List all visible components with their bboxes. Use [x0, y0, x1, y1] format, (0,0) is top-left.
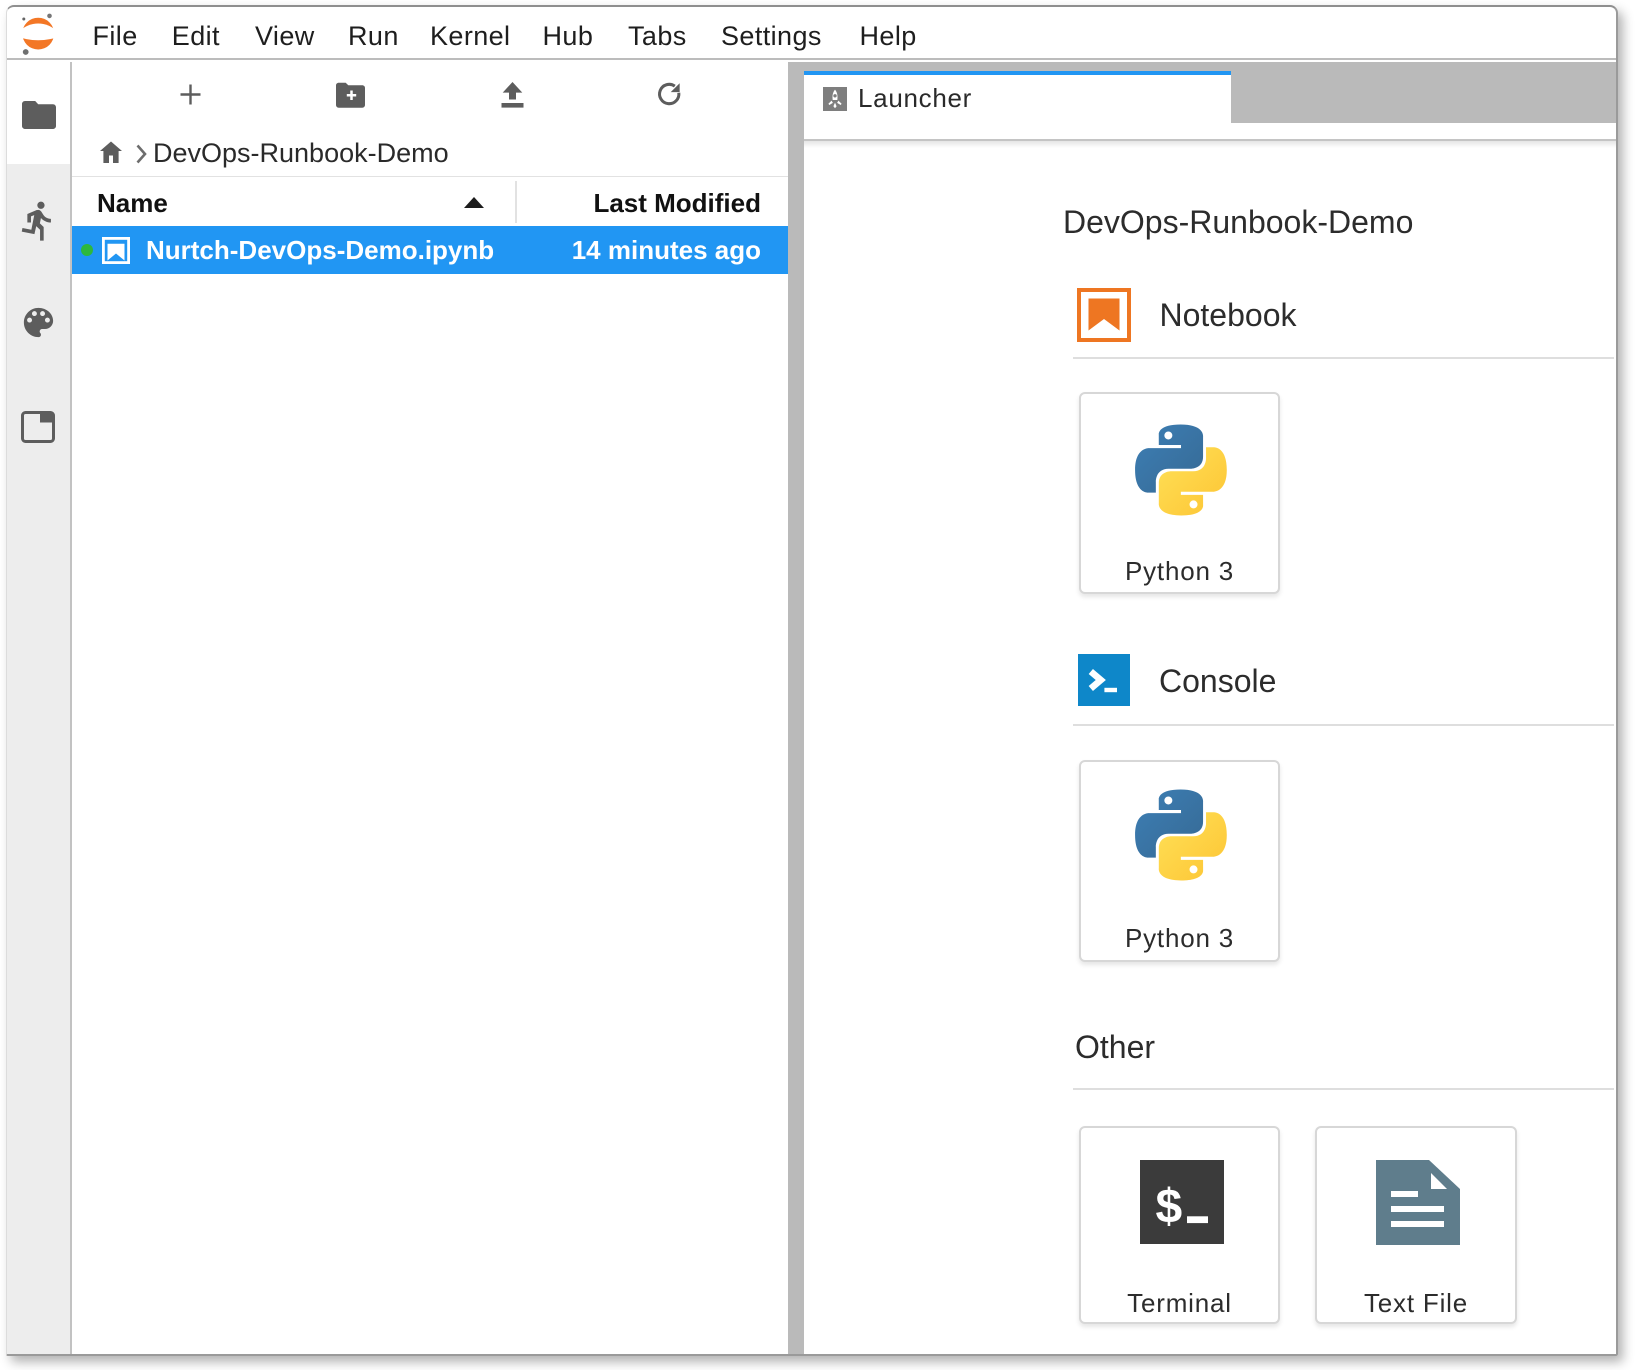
svg-text:$: $ — [1156, 1181, 1183, 1234]
